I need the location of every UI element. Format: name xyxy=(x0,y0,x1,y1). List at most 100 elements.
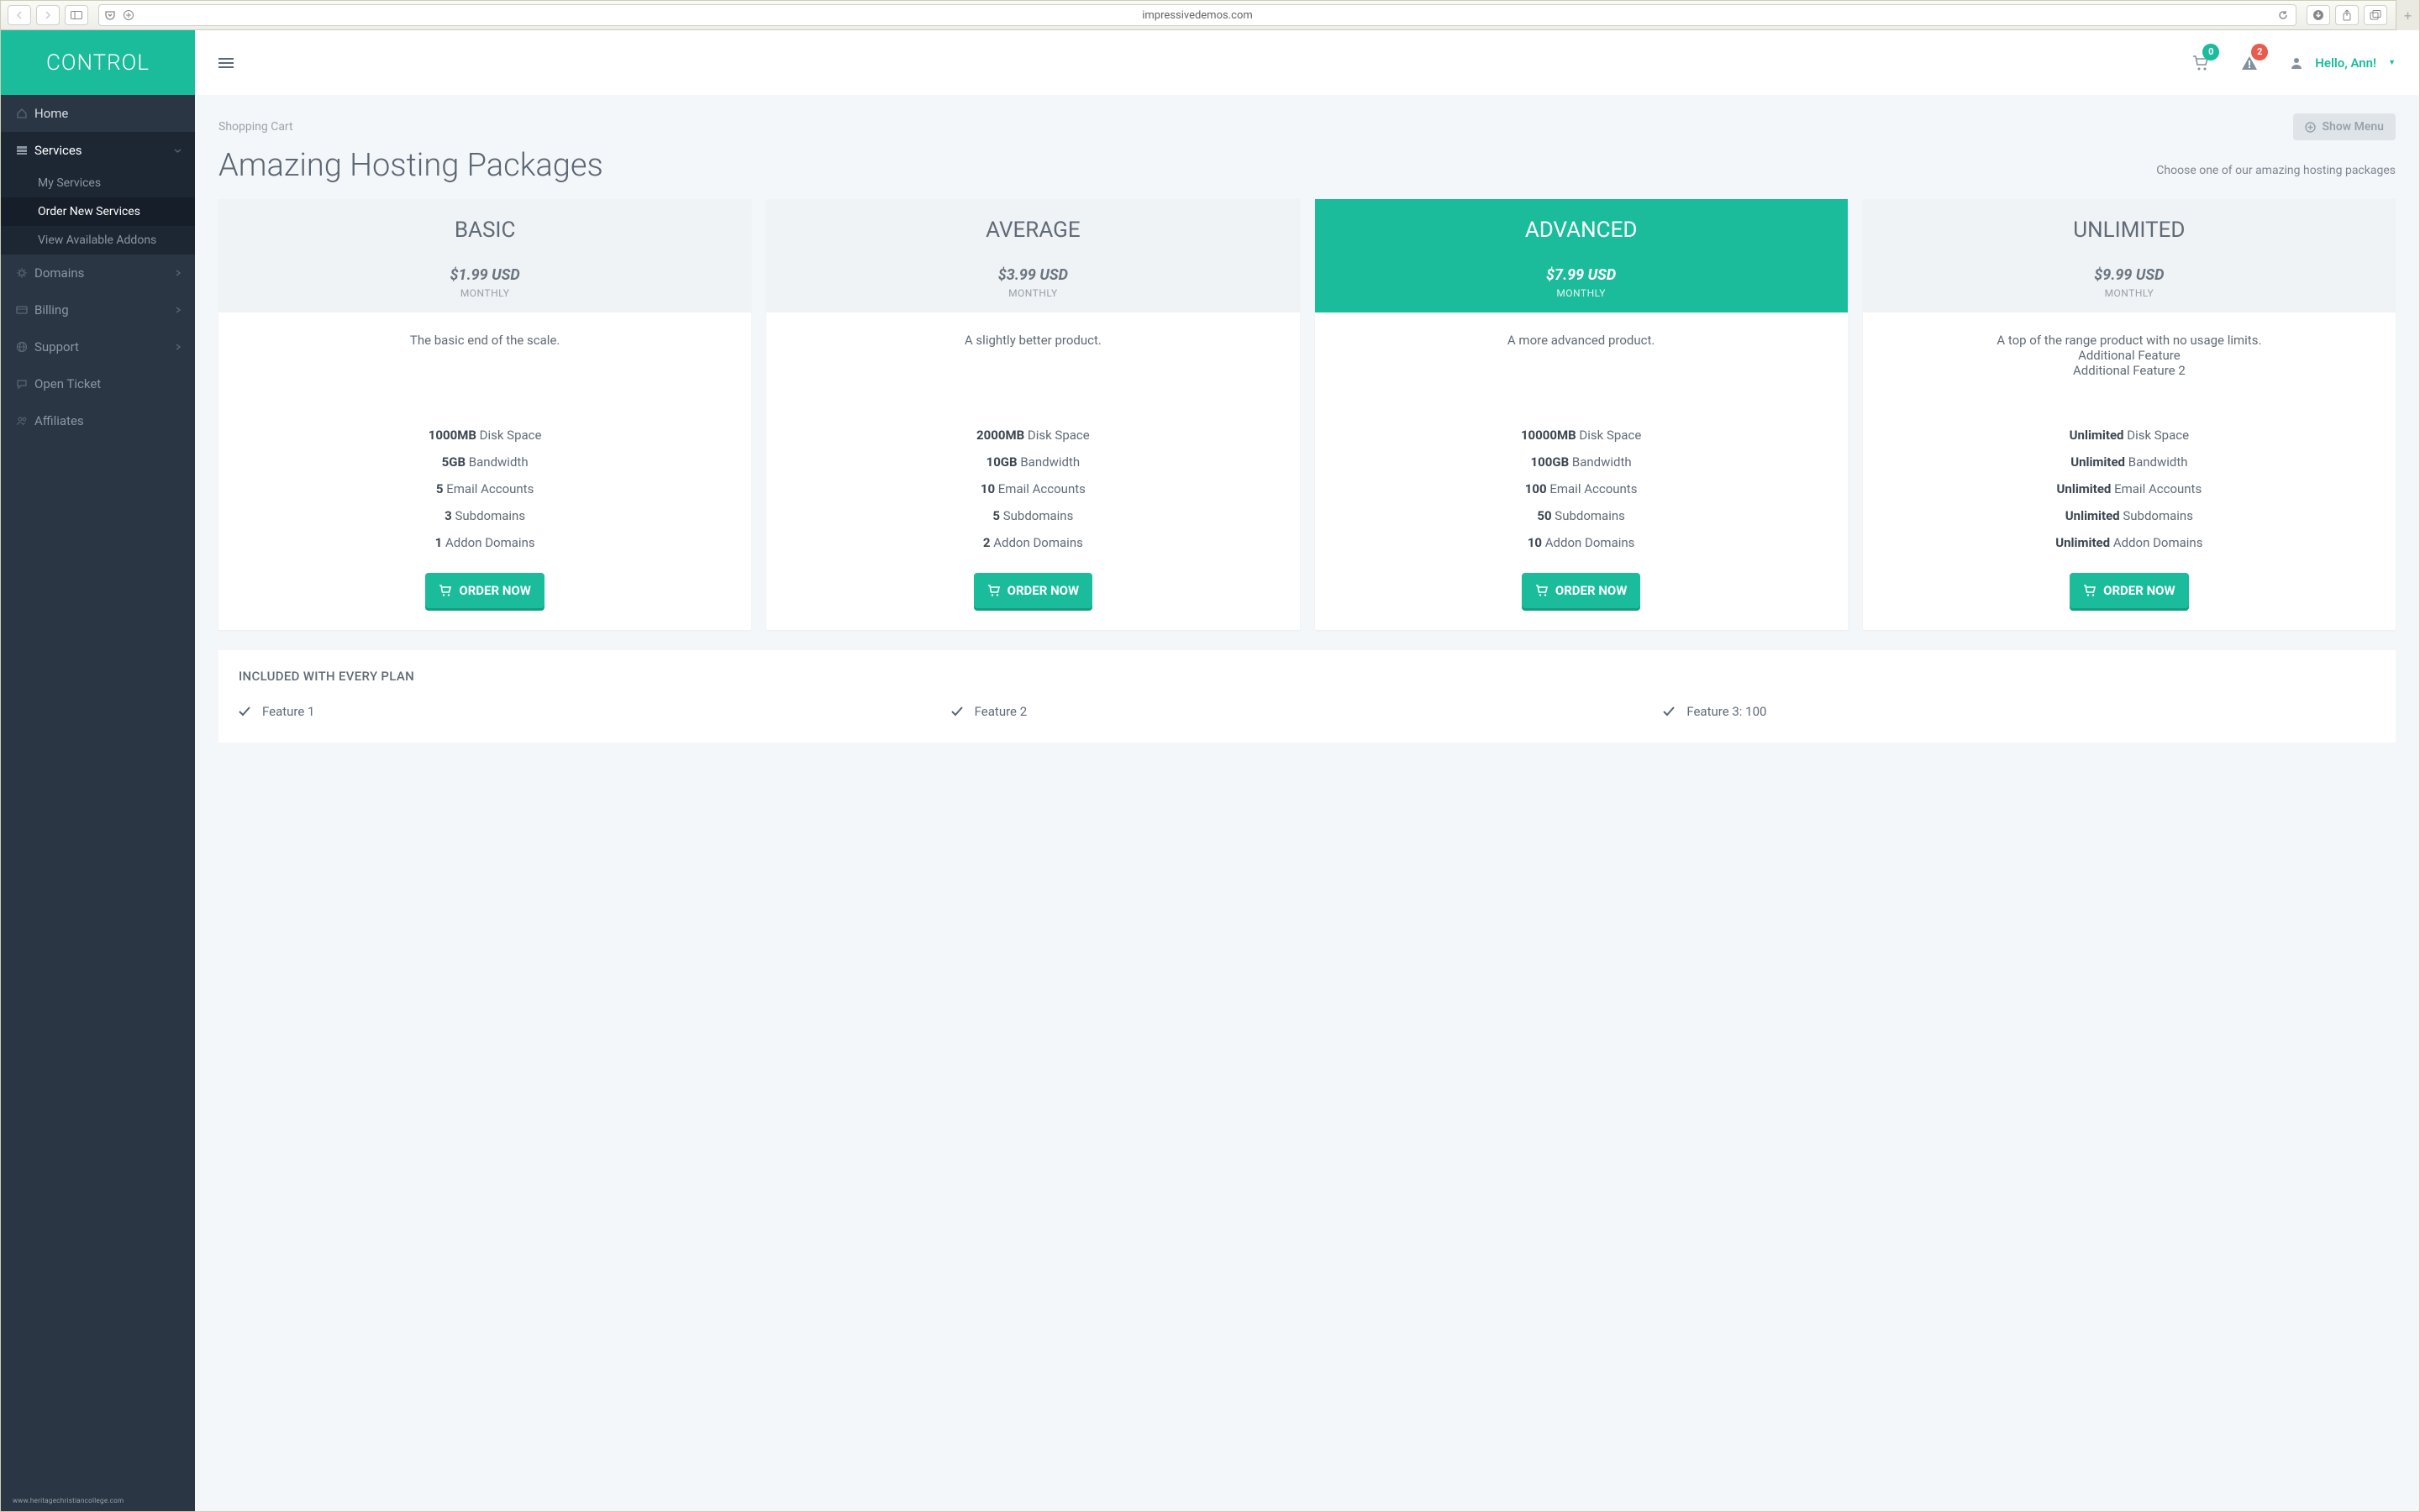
plan-head: ADVANCED$7.99 USDMONTHLY xyxy=(1315,199,1848,312)
nav-domains-label: Domains xyxy=(34,265,84,281)
spec-row: 100GB Bandwidth xyxy=(1330,449,1833,475)
included-section: INCLUDED WITH EVERY PLAN Feature 1Featur… xyxy=(218,650,2396,743)
reload-icon[interactable] xyxy=(2277,9,2289,21)
nav-domains[interactable]: Domains xyxy=(1,255,195,291)
cart-icon xyxy=(987,585,1001,596)
included-heading: INCLUDED WITH EVERY PLAN xyxy=(239,669,2375,684)
order-now-button[interactable]: ORDER NOW xyxy=(2070,573,2189,608)
spec-row: Unlimited Disk Space xyxy=(1878,422,2381,449)
plan-specs: 1000MB Disk Space5GB Bandwidth5 Email Ac… xyxy=(218,413,751,573)
plan-period: MONTHLY xyxy=(230,287,739,299)
page-title: Amazing Hosting Packages xyxy=(218,147,603,184)
browser-chrome: impressivedemos.com + xyxy=(0,0,2420,30)
order-now-button[interactable]: ORDER NOW xyxy=(425,573,544,608)
nav-home-label: Home xyxy=(34,106,68,121)
cart-icon xyxy=(1535,585,1549,596)
show-menu-button[interactable]: Show Menu xyxy=(2293,113,2396,140)
share-button[interactable] xyxy=(2335,5,2359,25)
chevron-right-icon xyxy=(175,344,182,350)
services-icon xyxy=(16,144,34,156)
url-text: impressivedemos.com xyxy=(1142,9,1253,22)
nav-services-submenu: My Services Order New Services View Avai… xyxy=(1,169,195,255)
plus-circle-icon xyxy=(2305,122,2316,133)
included-feature: Feature 1 xyxy=(239,704,951,719)
check-icon xyxy=(1663,706,1675,717)
forward-button[interactable] xyxy=(36,5,60,25)
spec-row: 2 Addon Domains xyxy=(781,529,1284,556)
plan-card-advanced: ADVANCED$7.99 USDMONTHLYA more advanced … xyxy=(1315,199,1848,630)
cart-icon xyxy=(439,585,452,596)
plan-name: UNLIMITED xyxy=(1875,218,2384,243)
plan-specs: Unlimited Disk SpaceUnlimited BandwidthU… xyxy=(1863,413,2396,573)
plan-price: $3.99 USD xyxy=(778,266,1287,284)
plan-card-basic: BASIC $1.99 USD MONTHLY The basic end of th… xyxy=(218,199,751,630)
plan-description: A slightly better product. xyxy=(766,312,1299,413)
cog-icon xyxy=(16,267,34,279)
users-icon xyxy=(16,415,34,427)
brand-logo[interactable]: CONTROL xyxy=(1,30,195,95)
plan-price: $1.99 USD xyxy=(230,266,739,284)
nav-order-new-services[interactable]: Order New Services xyxy=(1,197,195,226)
plan-specs: 10000MB Disk Space100GB Bandwidth100 Ema… xyxy=(1315,413,1848,573)
spec-row: 5GB Bandwidth xyxy=(234,449,736,475)
order-now-button[interactable]: ORDER NOW xyxy=(974,573,1093,608)
tabs-button[interactable] xyxy=(2364,5,2387,25)
menu-toggle-button[interactable] xyxy=(218,57,234,69)
nav-home[interactable]: Home xyxy=(1,95,195,132)
features-row: Feature 1Feature 2Feature 3: 100 xyxy=(239,704,2375,719)
pricing-plans: BASIC $1.99 USD MONTHLY The basic end of th… xyxy=(218,199,2396,630)
user-menu[interactable]: Hello, Ann! ▼ xyxy=(2290,55,2396,71)
spec-row: 5 Email Accounts xyxy=(234,475,736,502)
plan-name: AVERAGE xyxy=(778,218,1287,243)
nav-support-label: Support xyxy=(34,339,79,354)
alerts-button[interactable]: 2 xyxy=(2241,55,2258,71)
pocket-icon[interactable] xyxy=(104,9,116,21)
nav-view-addons[interactable]: View Available Addons xyxy=(1,226,195,255)
topbar: 0 2 Hello, Ann! ▼ xyxy=(195,30,2419,95)
plan-price: $9.99 USD xyxy=(1875,266,2384,284)
plan-period: MONTHLY xyxy=(1875,287,2384,299)
spec-row: Unlimited Subdomains xyxy=(1878,502,2381,529)
nav-open-ticket[interactable]: Open Ticket xyxy=(1,365,195,402)
chevron-right-icon xyxy=(175,270,182,276)
back-button[interactable] xyxy=(8,5,31,25)
chat-icon xyxy=(16,378,34,390)
nav-billing-label: Billing xyxy=(34,302,69,318)
add-icon[interactable] xyxy=(123,9,134,21)
new-tab-button[interactable]: + xyxy=(2396,0,2419,30)
plan-description: The basic end of the scale. xyxy=(218,312,751,413)
plan-period: MONTHLY xyxy=(778,287,1287,299)
alerts-badge: 2 xyxy=(2251,44,2268,60)
nav-services[interactable]: Services xyxy=(1,132,195,169)
plan-card-unlimited: UNLIMITED $9.99 USD MONTHLY A top of the ra… xyxy=(1863,199,2396,630)
plan-name: ADVANCED xyxy=(1327,218,1836,243)
nav-services-label: Services xyxy=(34,143,82,158)
sidebar-toggle-button[interactable] xyxy=(65,5,88,25)
nav-support[interactable]: Support xyxy=(1,328,195,365)
plan-card-average: AVERAGE $3.99 USD MONTHLY A slightly better… xyxy=(766,199,1299,630)
cart-badge: 0 xyxy=(2202,44,2219,60)
user-icon xyxy=(2290,56,2303,70)
included-feature: Feature 3: 100 xyxy=(1663,704,2375,719)
plan-name: BASIC xyxy=(230,218,739,243)
spec-row: 3 Subdomains xyxy=(234,502,736,529)
downloads-button[interactable] xyxy=(2307,5,2330,25)
nav-my-services[interactable]: My Services xyxy=(1,169,195,197)
spec-row: 10000MB Disk Space xyxy=(1330,422,1833,449)
nav-billing[interactable]: Billing xyxy=(1,291,195,328)
breadcrumb[interactable]: Shopping Cart xyxy=(218,120,293,134)
order-now-button[interactable]: ORDER NOW xyxy=(1522,573,1641,608)
plan-description: A top of the range product with no usage… xyxy=(1863,312,2396,413)
spec-row: Unlimited Addon Domains xyxy=(1878,529,2381,556)
home-icon xyxy=(16,108,34,119)
plan-description: A more advanced product. xyxy=(1315,312,1848,413)
spec-row: 100 Email Accounts xyxy=(1330,475,1833,502)
nav: Home Services My Services Order New Serv… xyxy=(1,95,195,439)
plan-head: UNLIMITED $9.99 USD MONTHLY xyxy=(1863,199,2396,312)
cart-button[interactable]: 0 xyxy=(2192,55,2209,71)
greeting-label: Hello, Ann! xyxy=(2315,55,2376,71)
nav-affiliates[interactable]: Affiliates xyxy=(1,402,195,439)
nav-affiliates-label: Affiliates xyxy=(34,413,84,428)
spec-row: Unlimited Email Accounts xyxy=(1878,475,2381,502)
url-bar[interactable]: impressivedemos.com xyxy=(98,4,2296,26)
